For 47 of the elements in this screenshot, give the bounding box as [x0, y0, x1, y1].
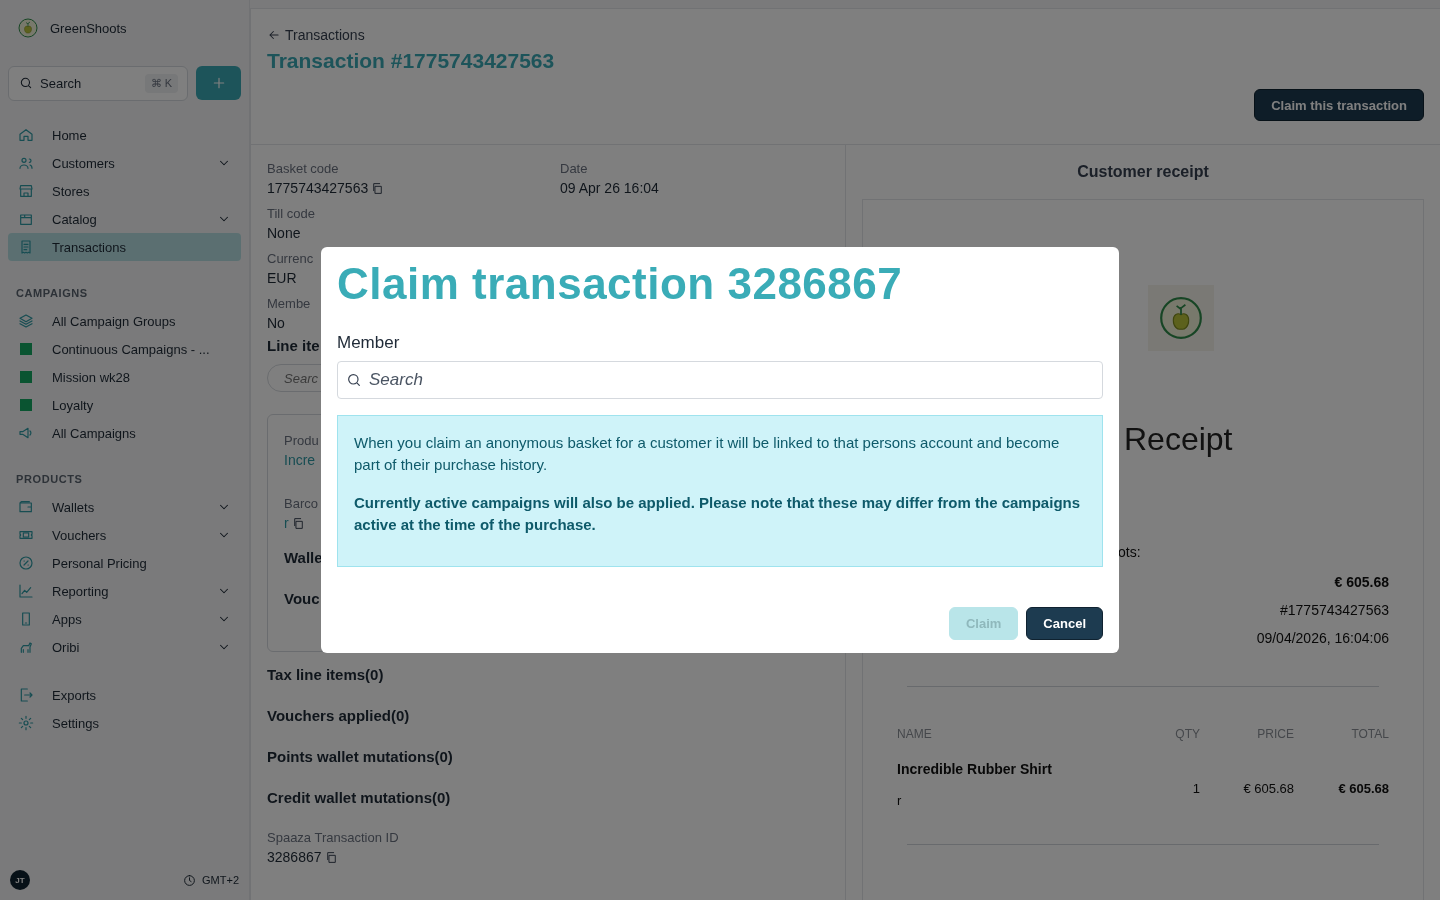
section-heading: Vouc — [284, 590, 320, 607]
field-label: Currenc — [267, 251, 314, 266]
field-label: Member — [337, 333, 401, 353]
section-heading: PRODUCTS — [15, 473, 84, 485]
section-heading: Points wallet mutations(0) — [267, 748, 454, 767]
panel-title: Customer receipt — [1076, 163, 1210, 181]
field-value: 1775743427563 — [267, 180, 369, 196]
section-heading: Vouchers applied(0) — [267, 707, 411, 726]
column-header: TOTAL — [1350, 727, 1389, 741]
field-label: Produ — [284, 433, 319, 448]
section-heading: Walle — [284, 549, 323, 566]
table-cell: € 605.68 — [1243, 781, 1294, 796]
field-value: EUR — [267, 270, 297, 286]
field-label: Membe — [267, 296, 311, 311]
page-title: Transaction #1775743427563 — [267, 49, 556, 73]
field-value: 09 Apr 26 16:04 — [560, 180, 659, 196]
notice-text: Currently active campaigns will also be applied. Please note that these may differ from the campaigns active at the time of the purchase. — [354, 493, 1082, 535]
field-label: Basket code — [267, 161, 339, 176]
timezone-label: GMT+2 — [202, 874, 239, 886]
receipt-title: Receipt — [1124, 421, 1234, 458]
section-heading: Credit wallet mutations(0) — [267, 789, 452, 808]
receipt-text: ots: — [1118, 544, 1142, 560]
brand-name: GreenShoots — [50, 20, 127, 36]
field-label: Spaaza Transaction ID — [267, 830, 399, 845]
field-value: None — [267, 225, 301, 241]
field-label: Date — [560, 161, 588, 176]
field-value: 3286867 — [267, 849, 322, 865]
receipt-value: 09/04/2026, 16:04:06 — [1256, 630, 1389, 646]
table-cell: € 605.68 — [1338, 781, 1389, 796]
field-value: r — [284, 515, 289, 531]
field-label: Barco — [284, 496, 318, 511]
field-value: No — [267, 315, 285, 331]
receipt-value: € 605.68 — [1334, 574, 1389, 590]
dialog-title: Claim transaction 3286867 — [337, 259, 904, 309]
section-heading: Tax line items(0) — [267, 666, 385, 685]
column-header: QTY — [1174, 727, 1200, 741]
column-header: NAME — [897, 727, 933, 741]
column-header: PRICE — [1256, 727, 1294, 741]
field-label: Till code — [267, 206, 315, 221]
shortcut-hint: ⌘ K — [144, 74, 178, 93]
section-heading: CAMPAIGNS — [15, 287, 89, 299]
table-cell: 1 — [1192, 781, 1200, 796]
section-heading: Line ite — [267, 337, 320, 354]
receipt-value: #1775743427563 — [1280, 602, 1389, 618]
item-name: Incredible Rubber Shirt — [897, 761, 1053, 777]
notice-text: When you claim an anonymous basket for a customer it will be linked to that persons account and become part of their purchase history. — [354, 433, 1061, 475]
item-detail: r — [897, 793, 903, 808]
